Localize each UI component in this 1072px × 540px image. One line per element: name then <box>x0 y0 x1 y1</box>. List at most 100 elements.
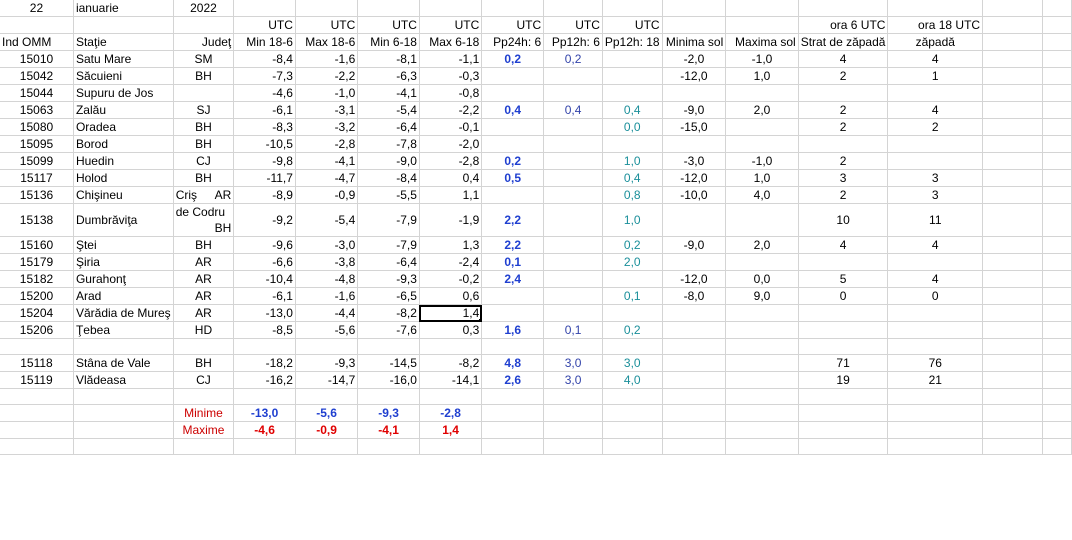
station-id[interactable]: 15118 <box>0 354 74 372</box>
cell[interactable] <box>982 186 1043 204</box>
cell[interactable] <box>1042 236 1072 254</box>
station-id[interactable]: 15204 <box>0 304 74 322</box>
cell[interactable] <box>1042 287 1072 305</box>
minima-sol[interactable]: -9,0 <box>662 236 727 254</box>
cell[interactable] <box>602 0 663 17</box>
station-id[interactable]: 15117 <box>0 169 74 187</box>
station-name[interactable]: Borod <box>73 135 174 153</box>
minima-sol[interactable]: -12,0 <box>662 270 727 288</box>
snow-6utc[interactable]: 2 <box>798 186 889 204</box>
cell[interactable] <box>982 203 1043 237</box>
max-18-6[interactable]: -3,2 <box>295 118 359 136</box>
cell[interactable] <box>662 438 727 455</box>
snow-18utc[interactable] <box>887 135 984 153</box>
pp12h-18[interactable]: 1,0 <box>602 203 663 237</box>
min-18-6[interactable]: -4,6 <box>233 84 296 102</box>
station-judet[interactable]: AR <box>173 287 235 305</box>
cell[interactable] <box>295 338 359 355</box>
cell[interactable] <box>662 404 727 422</box>
snow-18utc[interactable] <box>887 304 984 322</box>
min-18-6[interactable]: -8,9 <box>233 186 296 204</box>
station-judet[interactable]: BH <box>173 169 235 187</box>
utc-label[interactable]: UTC <box>481 16 545 34</box>
min-18-6[interactable]: -10,5 <box>233 135 296 153</box>
min-18-6[interactable]: -13,0 <box>233 304 296 322</box>
pp24h[interactable]: 2,2 <box>481 203 545 237</box>
station-name[interactable]: Holod <box>73 169 174 187</box>
pp24h[interactable] <box>481 84 545 102</box>
cell[interactable] <box>233 438 296 455</box>
cell[interactable] <box>1042 152 1072 170</box>
cell[interactable] <box>0 16 74 34</box>
min-18-6[interactable]: -6,1 <box>233 287 296 305</box>
snow-18utc[interactable]: 1 <box>887 67 984 85</box>
minime-value[interactable]: -2,8 <box>419 404 483 422</box>
station-judet[interactable]: BH <box>173 135 235 153</box>
pp24h[interactable] <box>481 67 545 85</box>
pp24h[interactable]: 1,6 <box>481 321 545 339</box>
station-judet[interactable]: BH <box>173 118 235 136</box>
header-pp24h[interactable]: Pp24h: 6 <box>481 33 545 51</box>
cell[interactable] <box>357 438 420 455</box>
station-judet[interactable]: BH <box>173 67 235 85</box>
cell[interactable] <box>0 388 74 405</box>
cell[interactable] <box>982 67 1043 85</box>
cell[interactable] <box>233 0 296 17</box>
minima-sol[interactable] <box>662 321 727 339</box>
max-6-18[interactable]: -2,2 <box>419 101 483 119</box>
station-judet[interactable]: SM <box>173 50 235 68</box>
cell[interactable] <box>662 421 727 439</box>
pp12h-6[interactable] <box>543 169 603 187</box>
date-month[interactable]: ianuarie <box>73 0 174 17</box>
header-zapada[interactable]: zăpadă <box>887 33 984 51</box>
min-18-6[interactable]: -6,1 <box>233 101 296 119</box>
station-judet[interactable]: SJ <box>173 101 235 119</box>
min-6-18[interactable]: -6,5 <box>357 287 420 305</box>
cell[interactable] <box>725 338 799 355</box>
header-min-6-18[interactable]: Min 6-18 <box>357 33 420 51</box>
snow-6utc[interactable] <box>798 321 889 339</box>
snow-6utc[interactable]: 0 <box>798 287 889 305</box>
max-6-18[interactable]: -1,9 <box>419 203 483 237</box>
station-judet[interactable]: CJ <box>173 152 235 170</box>
station-name[interactable]: Gurahonţ <box>73 270 174 288</box>
pp12h-6[interactable] <box>543 236 603 254</box>
cell[interactable] <box>602 421 663 439</box>
cell[interactable] <box>982 118 1043 136</box>
min-18-6[interactable]: -18,2 <box>233 354 296 372</box>
utc-label-snow-18[interactable]: ora 18 UTC <box>887 16 984 34</box>
station-name[interactable]: Huedin <box>73 152 174 170</box>
max-6-18[interactable]: 0,6 <box>419 287 483 305</box>
cell[interactable] <box>982 304 1043 322</box>
cell[interactable] <box>982 421 1043 439</box>
maxima-sol[interactable]: 2,0 <box>725 101 799 119</box>
cell[interactable] <box>887 388 984 405</box>
pp24h[interactable]: 0,5 <box>481 169 545 187</box>
station-judet[interactable]: BH <box>173 354 235 372</box>
station-id[interactable]: 15200 <box>0 287 74 305</box>
pp24h[interactable]: 2,6 <box>481 371 545 389</box>
snow-18utc[interactable] <box>887 321 984 339</box>
maxima-sol[interactable] <box>725 203 799 237</box>
fill-handle[interactable] <box>479 319 481 321</box>
station-judet[interactable]: Criş AR <box>173 186 235 204</box>
cell[interactable] <box>887 421 984 439</box>
maxima-sol[interactable] <box>725 84 799 102</box>
header-min-18-6[interactable]: Min 18-6 <box>233 33 296 51</box>
max-18-6[interactable]: -1,0 <box>295 84 359 102</box>
pp12h-18[interactable] <box>602 67 663 85</box>
snow-6utc[interactable]: 5 <box>798 270 889 288</box>
pp12h-6[interactable] <box>543 135 603 153</box>
minima-sol[interactable]: -12,0 <box>662 67 727 85</box>
min-18-6[interactable]: -9,8 <box>233 152 296 170</box>
cell[interactable] <box>1042 84 1072 102</box>
station-judet[interactable]: HD <box>173 321 235 339</box>
maxima-sol[interactable] <box>725 253 799 271</box>
maxima-sol[interactable]: 1,0 <box>725 169 799 187</box>
snow-6utc[interactable]: 2 <box>798 152 889 170</box>
min-6-18[interactable]: -7,6 <box>357 321 420 339</box>
cell[interactable] <box>798 388 889 405</box>
maxima-sol[interactable]: 9,0 <box>725 287 799 305</box>
pp12h-6[interactable] <box>543 67 603 85</box>
min-6-18[interactable]: -6,3 <box>357 67 420 85</box>
